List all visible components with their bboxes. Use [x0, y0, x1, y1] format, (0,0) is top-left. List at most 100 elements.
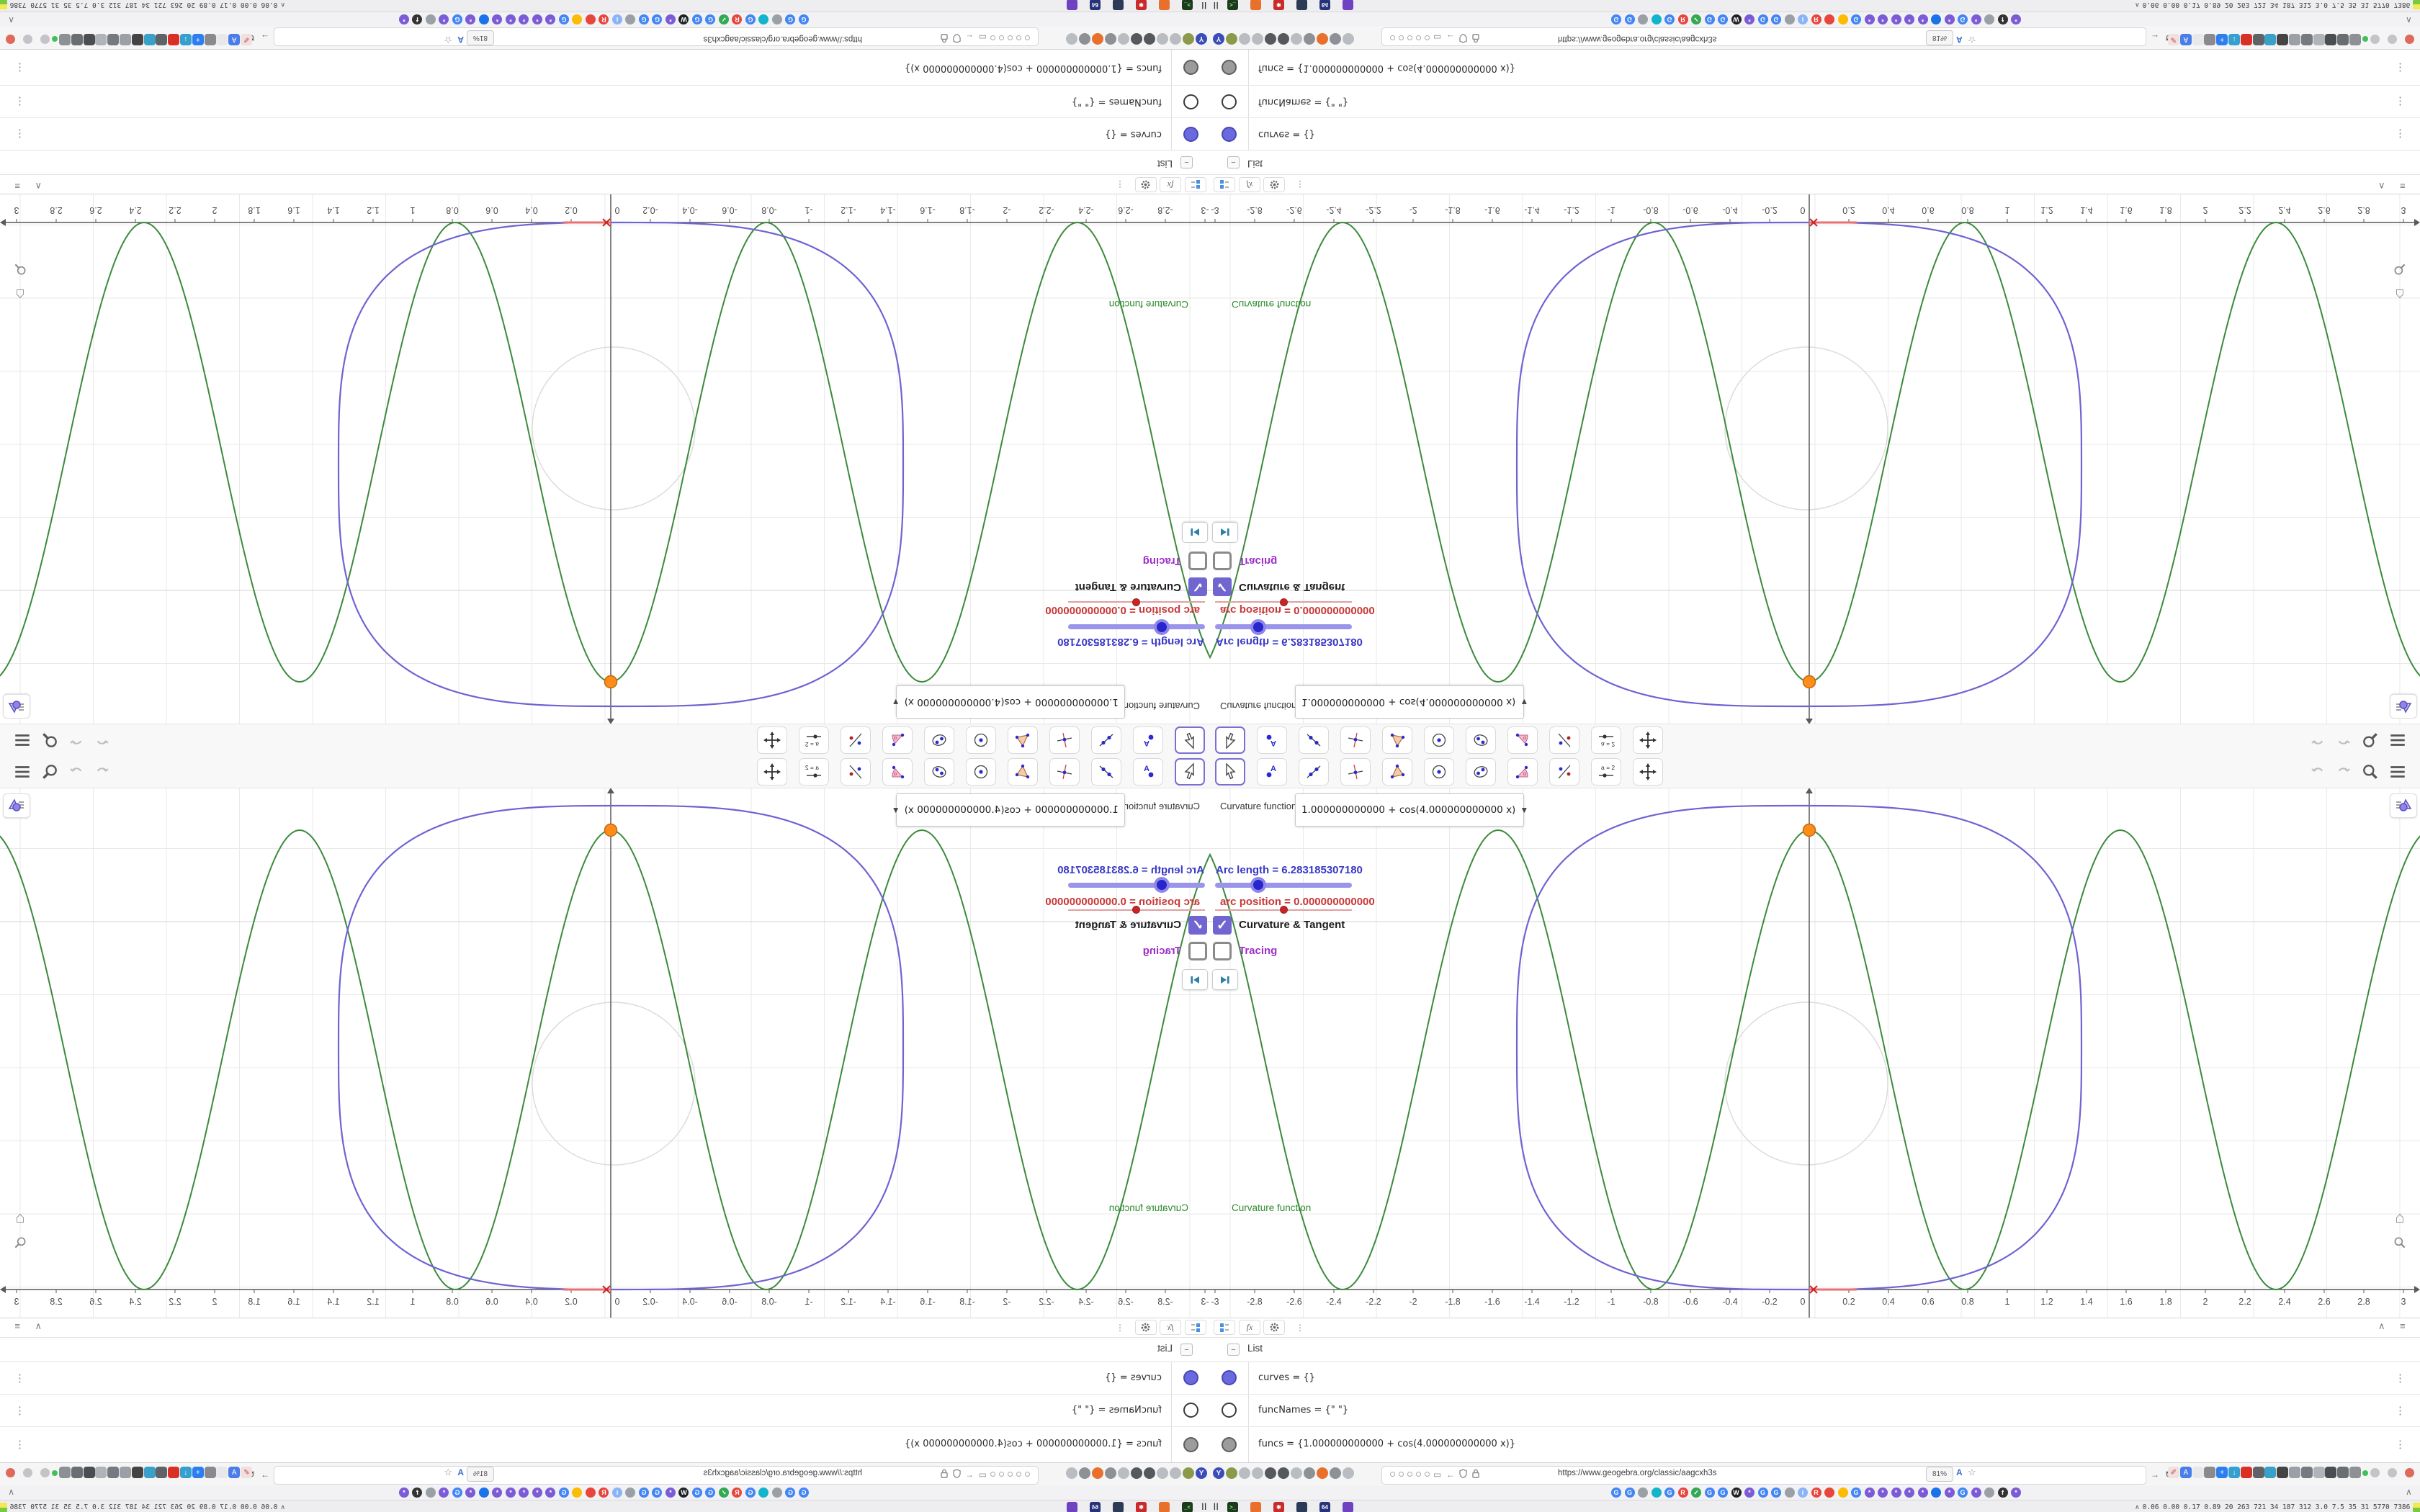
bookmark-favicon[interactable] — [1931, 14, 1941, 24]
step-forward-button[interactable] — [1212, 522, 1238, 543]
bookmark-favicon[interactable]: * — [1878, 14, 1888, 24]
tab-favicon[interactable] — [1239, 33, 1250, 45]
tree-view-button[interactable] — [1185, 177, 1206, 192]
bookmark-favicon[interactable]: * — [519, 1488, 529, 1498]
taskbar-app-icon[interactable]: ✱ — [1273, 0, 1284, 10]
bookmark-favicon[interactable]: * — [506, 1488, 516, 1498]
fx-button[interactable]: fx — [1160, 177, 1181, 192]
extension-icon[interactable] — [143, 34, 156, 45]
tab-favicon[interactable] — [1079, 33, 1090, 45]
tool-slider[interactable]: a = 2 — [1591, 758, 1621, 786]
lock-icon[interactable] — [941, 32, 948, 43]
tracing-checkbox[interactable] — [1188, 552, 1207, 570]
taskbar-app-icon[interactable] — [1159, 1502, 1170, 1512]
bookmark-favicon[interactable] — [625, 14, 636, 24]
tool-reflect-about-line[interactable] — [1549, 758, 1579, 786]
chevron-up-icon[interactable]: ∧ — [8, 15, 14, 25]
extension-icon[interactable] — [2300, 34, 2313, 45]
bookmark-favicon[interactable] — [1931, 1488, 1941, 1498]
bookmark-favicon[interactable]: ✓ — [719, 14, 729, 24]
extension-icon[interactable] — [168, 34, 180, 45]
bookmark-favicon[interactable]: * — [1864, 14, 1875, 24]
bookmark-favicon[interactable]: R — [599, 1488, 609, 1498]
algebra-row[interactable]: funcs = {1.000000000000 + cos(4.00000000… — [0, 1426, 1210, 1463]
bookmark-favicon[interactable] — [1837, 14, 1848, 24]
algebra-row[interactable]: curves = {} ⋮ — [1210, 117, 2420, 150]
tab-favicon[interactable] — [1131, 1467, 1142, 1479]
bookmark-favicon[interactable] — [1784, 1488, 1795, 1498]
tool-slider[interactable]: a = 2 — [799, 726, 829, 754]
bookmark-favicon[interactable] — [1651, 1488, 1662, 1498]
bookmark-favicon[interactable]: G — [1624, 1488, 1635, 1498]
bookmark-favicon[interactable]: G — [1771, 1488, 1781, 1498]
chevron-up-icon[interactable]: ∧ — [2406, 1487, 2412, 1497]
algebra-row[interactable]: curves = {} ⋮ — [1210, 1362, 2420, 1395]
bookmark-favicon[interactable]: G — [652, 14, 663, 24]
tool-circle-center-point[interactable] — [966, 726, 996, 754]
menu-icon[interactable] — [2387, 729, 2408, 751]
taskbar-app-icon[interactable] — [1296, 1502, 1307, 1512]
translate-icon[interactable]: A — [457, 35, 464, 45]
arc-length-slider-knob[interactable] — [1154, 877, 1170, 893]
undo-icon[interactable] — [2308, 729, 2329, 751]
bookmark-favicon[interactable] — [1824, 14, 1834, 24]
row-menu-icon[interactable]: ⋮ — [14, 128, 25, 141]
bookmark-favicon[interactable]: * — [465, 14, 476, 24]
extension-icon[interactable]: ✐ — [241, 34, 252, 45]
graphics-settings-button[interactable] — [2390, 694, 2417, 719]
zoom-controls-icon[interactable] — [2393, 1236, 2407, 1254]
extension-icon[interactable]: A — [228, 34, 241, 45]
step-forward-button[interactable] — [1212, 969, 1238, 990]
tool-move-graphics[interactable] — [1633, 758, 1663, 786]
extension-icon[interactable] — [131, 1467, 143, 1478]
translate-icon[interactable]: A — [1956, 35, 1963, 45]
search-icon[interactable] — [39, 729, 60, 751]
extension-icon[interactable] — [168, 1467, 180, 1478]
extension-icon[interactable]: ↓ — [2228, 1467, 2240, 1478]
zoom-controls-icon[interactable] — [13, 1236, 27, 1254]
tool-circle-center-point[interactable] — [1424, 726, 1454, 754]
zoom-level-badge[interactable]: 81% — [467, 30, 494, 45]
forward-icon[interactable]: → — [2151, 1470, 2159, 1480]
taskbar-app-icon[interactable]: 64 — [1319, 0, 1330, 10]
tab-favicon[interactable]: Y — [1196, 1467, 1207, 1479]
curvature-tangent-checkbox[interactable]: ✓ — [1213, 577, 1232, 596]
tab-favicon[interactable]: Y — [1213, 33, 1224, 45]
tool-point[interactable]: A — [1257, 726, 1287, 754]
extension-icon[interactable] — [2240, 1467, 2252, 1478]
fx-button[interactable]: fx — [1239, 1320, 1260, 1335]
extension-icon[interactable] — [95, 1467, 107, 1478]
bookmark-favicon[interactable]: ✓ — [1691, 1488, 1701, 1498]
extension-icon[interactable] — [2240, 34, 2252, 45]
collapse-list-icon[interactable]: − — [1180, 156, 1193, 168]
tab-favicon[interactable] — [1343, 1467, 1354, 1479]
bookmark-favicon[interactable]: G — [1718, 14, 1728, 24]
zoom-level-badge[interactable]: 81% — [1926, 1467, 1953, 1482]
undo-icon[interactable] — [91, 729, 112, 751]
maximize-button[interactable] — [2388, 35, 2397, 44]
tool-polygon[interactable] — [1008, 726, 1038, 754]
tool-move[interactable] — [1215, 758, 1245, 786]
extension-icon[interactable]: ↓ — [180, 1467, 192, 1478]
url-bar[interactable] — [274, 27, 1039, 46]
bookmark-favicon[interactable] — [586, 1488, 596, 1498]
extension-icon[interactable] — [2289, 34, 2300, 45]
bookmark-favicon[interactable]: * — [2011, 1488, 2021, 1498]
curvature-function-dropdown[interactable]: 1.000000000000 + cos(4.000000000000 x) ▼ — [892, 685, 1125, 719]
algebra-row[interactable]: funcNames = {" "} ⋮ — [1210, 85, 2420, 118]
redo-icon[interactable] — [2332, 761, 2354, 783]
tab-favicon[interactable] — [1317, 33, 1328, 45]
bookmark-favicon[interactable]: * — [532, 1488, 542, 1498]
home-icon[interactable]: ⌂ — [2395, 286, 2404, 304]
undo-icon[interactable] — [2308, 761, 2329, 783]
bookmark-favicon[interactable]: G — [1851, 1488, 1861, 1498]
more-options-icon[interactable]: ⋮ — [1289, 1320, 1311, 1335]
tab-favicon[interactable] — [1265, 1467, 1276, 1479]
tool-point[interactable]: A — [1133, 726, 1163, 754]
settings-gear-button[interactable] — [1135, 177, 1157, 192]
tab-favicon[interactable] — [1183, 33, 1194, 45]
tab-favicon[interactable] — [1157, 33, 1168, 45]
bookmark-favicon[interactable] — [1837, 1488, 1848, 1498]
taskbar-app-icon[interactable] — [1343, 0, 1353, 10]
more-options-icon[interactable]: ⋮ — [1109, 177, 1131, 192]
